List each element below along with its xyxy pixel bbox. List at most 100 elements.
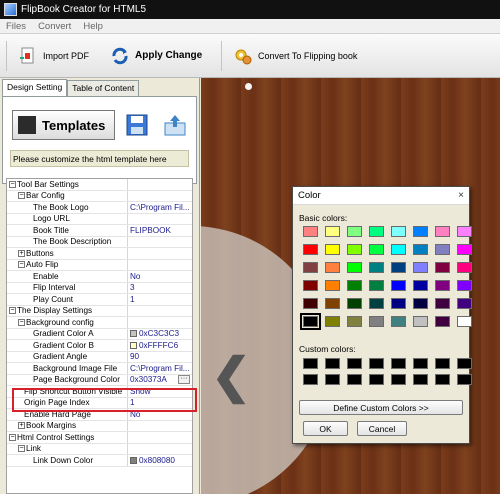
- property-value[interactable]: [127, 248, 192, 259]
- custom-color-swatch[interactable]: [413, 374, 428, 385]
- property-value[interactable]: [127, 443, 192, 454]
- menu-convert[interactable]: Convert: [32, 21, 77, 32]
- property-row[interactable]: − Tool Bar Settings: [7, 179, 192, 191]
- property-value[interactable]: 0xC3C3C3: [127, 328, 192, 339]
- color-swatch-26[interactable]: [347, 280, 362, 291]
- color-swatch-35[interactable]: [369, 298, 384, 309]
- apply-change-button[interactable]: Apply Change: [105, 41, 215, 71]
- custom-color-swatch[interactable]: [435, 374, 450, 385]
- property-value[interactable]: C:\Program Fil...: [127, 363, 192, 374]
- property-row[interactable]: Book Title FLIPBOOK: [7, 225, 192, 237]
- ok-button[interactable]: OK: [303, 421, 348, 436]
- property-value[interactable]: [127, 317, 192, 328]
- custom-color-swatch[interactable]: [391, 374, 406, 385]
- property-value[interactable]: No: [127, 409, 192, 420]
- color-swatch-28[interactable]: [391, 280, 406, 291]
- color-swatch-30[interactable]: [435, 280, 450, 291]
- property-row[interactable]: + Book Margins: [7, 420, 192, 432]
- color-swatch-46[interactable]: [435, 316, 450, 327]
- load-template-icon[interactable]: [163, 113, 187, 137]
- custom-color-swatch[interactable]: [435, 358, 450, 369]
- property-row[interactable]: Background Image File C:\Program Fil...: [7, 363, 192, 375]
- custom-color-swatch[interactable]: [347, 358, 362, 369]
- custom-color-swatch[interactable]: [457, 374, 472, 385]
- property-value[interactable]: 0xFFFFC6: [127, 340, 192, 351]
- tab-table-of-content[interactable]: Table of Content: [67, 80, 140, 96]
- browse-button[interactable]: ···: [178, 375, 190, 385]
- property-row[interactable]: − Background config: [7, 317, 192, 329]
- property-row[interactable]: Enable Hard Page No: [7, 409, 192, 421]
- color-swatch-22[interactable]: [435, 262, 450, 273]
- color-swatch-45[interactable]: [413, 316, 428, 327]
- property-row[interactable]: Enable No: [7, 271, 192, 283]
- color-swatch-2[interactable]: [347, 226, 362, 237]
- color-swatch-39[interactable]: [457, 298, 472, 309]
- expand-icon[interactable]: +: [18, 422, 25, 430]
- property-value[interactable]: [127, 420, 192, 431]
- property-row[interactable]: Origin Page Index 1: [7, 397, 192, 409]
- color-swatch-20[interactable]: [391, 262, 406, 273]
- color-swatch-0[interactable]: [303, 226, 318, 237]
- color-swatch-18[interactable]: [347, 262, 362, 273]
- color-swatch-5[interactable]: [413, 226, 428, 237]
- color-swatch-3[interactable]: [369, 226, 384, 237]
- property-value[interactable]: [127, 305, 192, 316]
- collapse-icon[interactable]: −: [18, 192, 25, 200]
- property-value[interactable]: No: [127, 271, 192, 282]
- property-value[interactable]: [127, 213, 192, 224]
- custom-color-swatch[interactable]: [369, 358, 384, 369]
- color-swatch-42[interactable]: [347, 316, 362, 327]
- color-swatch-47[interactable]: [457, 316, 472, 327]
- color-swatch-16[interactable]: [303, 262, 318, 273]
- color-swatch-29[interactable]: [413, 280, 428, 291]
- property-value[interactable]: 90: [127, 351, 192, 362]
- property-value[interactable]: [127, 236, 192, 247]
- define-custom-colors-button[interactable]: Define Custom Colors >>: [299, 400, 463, 415]
- color-swatch-40[interactable]: [300, 313, 321, 330]
- color-swatch-38[interactable]: [435, 298, 450, 309]
- collapse-icon[interactable]: −: [18, 261, 25, 269]
- property-row[interactable]: Play Count 1: [7, 294, 192, 306]
- expand-icon[interactable]: +: [18, 249, 25, 257]
- custom-color-swatch[interactable]: [325, 358, 340, 369]
- property-row[interactable]: Page Background Color 0x30373A ···: [7, 374, 192, 386]
- color-swatch-7[interactable]: [457, 226, 472, 237]
- collapse-icon[interactable]: −: [9, 180, 16, 188]
- custom-color-swatch[interactable]: [391, 358, 406, 369]
- property-row[interactable]: Flip Interval 3: [7, 282, 192, 294]
- property-row[interactable]: Link Down Color 0x808080: [7, 455, 192, 467]
- property-row[interactable]: − Link: [7, 443, 192, 455]
- custom-color-swatch[interactable]: [347, 374, 362, 385]
- property-value[interactable]: C:\Program Fil...: [127, 202, 192, 213]
- color-swatch-25[interactable]: [325, 280, 340, 291]
- color-swatch-4[interactable]: [391, 226, 406, 237]
- color-swatch-10[interactable]: [347, 244, 362, 255]
- property-value[interactable]: 0x30373A ···: [127, 374, 192, 385]
- collapse-icon[interactable]: −: [9, 307, 16, 315]
- property-row[interactable]: Gradient Color A 0xC3C3C3: [7, 328, 192, 340]
- property-value[interactable]: 1: [127, 294, 192, 305]
- property-row[interactable]: The Book Logo C:\Program Fil...: [7, 202, 192, 214]
- menu-help[interactable]: Help: [77, 21, 109, 32]
- color-swatch-9[interactable]: [325, 244, 340, 255]
- property-row[interactable]: Gradient Angle 90: [7, 351, 192, 363]
- property-row[interactable]: − Html Control Settings: [7, 432, 192, 444]
- color-swatch-43[interactable]: [369, 316, 384, 327]
- property-row[interactable]: − Auto Flip: [7, 259, 192, 271]
- property-value[interactable]: [127, 179, 192, 190]
- color-swatch-21[interactable]: [413, 262, 428, 273]
- property-value[interactable]: [127, 259, 192, 270]
- property-row[interactable]: The Book Description: [7, 236, 192, 248]
- property-row[interactable]: Gradient Color B 0xFFFFC6: [7, 340, 192, 352]
- property-value[interactable]: [127, 432, 192, 443]
- save-icon[interactable]: [126, 114, 148, 136]
- color-swatch-17[interactable]: [325, 262, 340, 273]
- color-swatch-8[interactable]: [303, 244, 318, 255]
- custom-color-swatch[interactable]: [303, 374, 318, 385]
- color-swatch-36[interactable]: [391, 298, 406, 309]
- color-swatch-34[interactable]: [347, 298, 362, 309]
- tab-design-setting[interactable]: Design Setting: [2, 79, 68, 96]
- import-pdf-button[interactable]: Import PDF: [13, 41, 105, 71]
- color-swatch-32[interactable]: [303, 298, 318, 309]
- color-swatch-27[interactable]: [369, 280, 384, 291]
